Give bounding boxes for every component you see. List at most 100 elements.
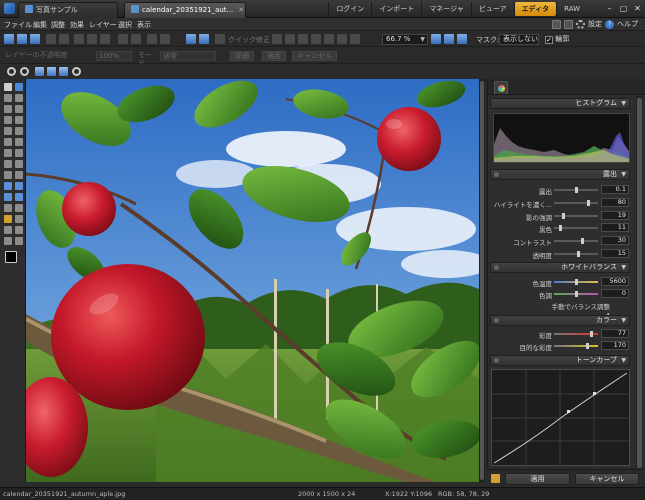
- navigator-icon[interactable]: [72, 67, 81, 76]
- fit-window-icon[interactable]: [431, 34, 441, 44]
- slider-knob[interactable]: [575, 279, 578, 285]
- slider-value-field[interactable]: 170: [601, 341, 629, 350]
- pin-icon[interactable]: [494, 172, 499, 177]
- slider-knob[interactable]: [581, 238, 584, 245]
- crop-icon[interactable]: [337, 34, 347, 44]
- mode-viewer[interactable]: ビューア: [470, 2, 514, 16]
- pin-icon[interactable]: [494, 358, 499, 363]
- slider-track[interactable]: [554, 331, 598, 337]
- slider-value-field[interactable]: 30: [601, 236, 629, 246]
- eraser-tool-icon[interactable]: [4, 149, 12, 157]
- text-tool-icon[interactable]: [15, 116, 23, 124]
- heal-tool-icon[interactable]: [4, 138, 12, 146]
- slider-track[interactable]: [554, 199, 598, 206]
- slider-knob[interactable]: [562, 212, 565, 219]
- slider-value-field[interactable]: 80: [601, 197, 629, 207]
- warp-tool-icon[interactable]: [4, 204, 12, 212]
- magic-wand-icon[interactable]: [4, 105, 12, 113]
- open-icon[interactable]: [17, 34, 27, 44]
- redo-icon[interactable]: [131, 34, 141, 44]
- quick-fix-label[interactable]: クイック修正: [228, 35, 270, 45]
- zoom-out-icon[interactable]: [20, 67, 29, 76]
- app-icon[interactable]: [4, 3, 15, 14]
- cut-icon[interactable]: [74, 34, 84, 44]
- fit-icon[interactable]: [35, 67, 44, 76]
- slider-track[interactable]: [554, 238, 598, 245]
- slider-track[interactable]: [554, 279, 598, 285]
- pin-icon[interactable]: [494, 265, 499, 270]
- quick-fix-icon[interactable]: [215, 34, 225, 44]
- slider-value-field[interactable]: 11: [601, 223, 629, 233]
- tab-photo-samples[interactable]: 写真サンプル: [18, 2, 118, 18]
- white-balance-header[interactable]: ホワイトバランス ▼: [490, 262, 630, 273]
- outline-toggle[interactable]: ✓ 輪郭: [545, 34, 569, 44]
- mode-raw[interactable]: RAW: [556, 2, 587, 16]
- actual-size-icon[interactable]: [444, 34, 454, 44]
- slider-track[interactable]: [554, 291, 598, 297]
- measure-tool-icon[interactable]: [15, 215, 23, 223]
- fill-icon[interactable]: [47, 67, 56, 76]
- slider-knob[interactable]: [559, 225, 562, 232]
- panel-scrollbar[interactable]: [636, 96, 643, 474]
- folder-icon[interactable]: [491, 474, 500, 483]
- image-canvas[interactable]: [26, 79, 479, 482]
- menu-effects[interactable]: 効果: [70, 20, 84, 30]
- slider-value-field[interactable]: 15: [601, 249, 629, 258]
- color-icon[interactable]: [298, 34, 308, 44]
- menu-layer[interactable]: レイヤー: [89, 20, 117, 30]
- move-tool-icon[interactable]: [4, 116, 12, 124]
- slider-track[interactable]: [554, 225, 598, 232]
- blur-tool-icon[interactable]: [15, 171, 23, 179]
- menu-view[interactable]: 表示: [137, 20, 151, 30]
- tab-close-icon[interactable]: ✕: [238, 3, 244, 18]
- marquee-tool-icon[interactable]: [4, 94, 12, 102]
- undo-icon[interactable]: [118, 34, 128, 44]
- lasso-tool-icon[interactable]: [15, 94, 23, 102]
- histogram-header[interactable]: ヒストグラム ▼: [490, 98, 630, 109]
- flag-tool-icon[interactable]: [4, 215, 12, 223]
- fill-tool-icon[interactable]: [15, 149, 23, 157]
- minimize-icon[interactable]: –: [603, 3, 616, 14]
- sharpen-icon[interactable]: [311, 34, 321, 44]
- new-icon[interactable]: [4, 34, 14, 44]
- crop-tool-icon[interactable]: [15, 105, 23, 113]
- curve-point[interactable]: [593, 392, 596, 395]
- rotate-right-icon[interactable]: [160, 34, 170, 44]
- layer-apply-button[interactable]: 適用: [262, 51, 286, 61]
- slider-track[interactable]: [554, 343, 598, 349]
- menu-adjust[interactable]: 調整: [51, 20, 65, 30]
- dodge-tool-icon[interactable]: [4, 160, 12, 168]
- slider-knob[interactable]: [586, 343, 589, 349]
- print-icon[interactable]: [46, 34, 56, 44]
- clone-tool-icon[interactable]: [15, 127, 23, 135]
- layout-icon[interactable]: [564, 19, 573, 29]
- smudge-tool-icon[interactable]: [15, 226, 23, 234]
- mask-select[interactable]: 表示しない: [499, 34, 539, 45]
- panel-scroll-thumb[interactable]: [637, 98, 642, 468]
- gradient-tool-icon[interactable]: [4, 171, 12, 179]
- layer-cancel-button[interactable]: キャンセル: [292, 51, 337, 61]
- slider-knob[interactable]: [575, 291, 578, 297]
- mode-login[interactable]: ログイン: [328, 2, 371, 16]
- redeye-icon[interactable]: [324, 34, 334, 44]
- actual-icon[interactable]: [59, 67, 68, 76]
- layer-opacity-field[interactable]: 100%: [96, 51, 132, 61]
- menu-edit[interactable]: 編集: [33, 20, 47, 30]
- zoom-select[interactable]: 66.7 % ▼: [382, 34, 428, 45]
- outline-checkbox[interactable]: ✓: [545, 36, 553, 44]
- slider-track[interactable]: [554, 212, 598, 219]
- rotate-left-icon[interactable]: [147, 34, 157, 44]
- slider-track[interactable]: [554, 251, 598, 257]
- slider-value-field[interactable]: 5600: [601, 277, 629, 286]
- hand-tool-icon[interactable]: [15, 83, 23, 91]
- view-single-icon[interactable]: [186, 34, 196, 44]
- manual-balance-button[interactable]: 手動でバランス調整 ↗: [550, 301, 610, 319]
- gear-icon[interactable]: [576, 19, 585, 29]
- maximize-icon[interactable]: ▢: [617, 3, 630, 14]
- pen-tool-icon[interactable]: [4, 193, 12, 201]
- levels-icon[interactable]: [272, 34, 282, 44]
- mode-import[interactable]: インポート: [371, 2, 421, 16]
- burn-tool-icon[interactable]: [15, 160, 23, 168]
- scroll-thumb[interactable]: [480, 81, 484, 480]
- slider-knob[interactable]: [587, 199, 590, 206]
